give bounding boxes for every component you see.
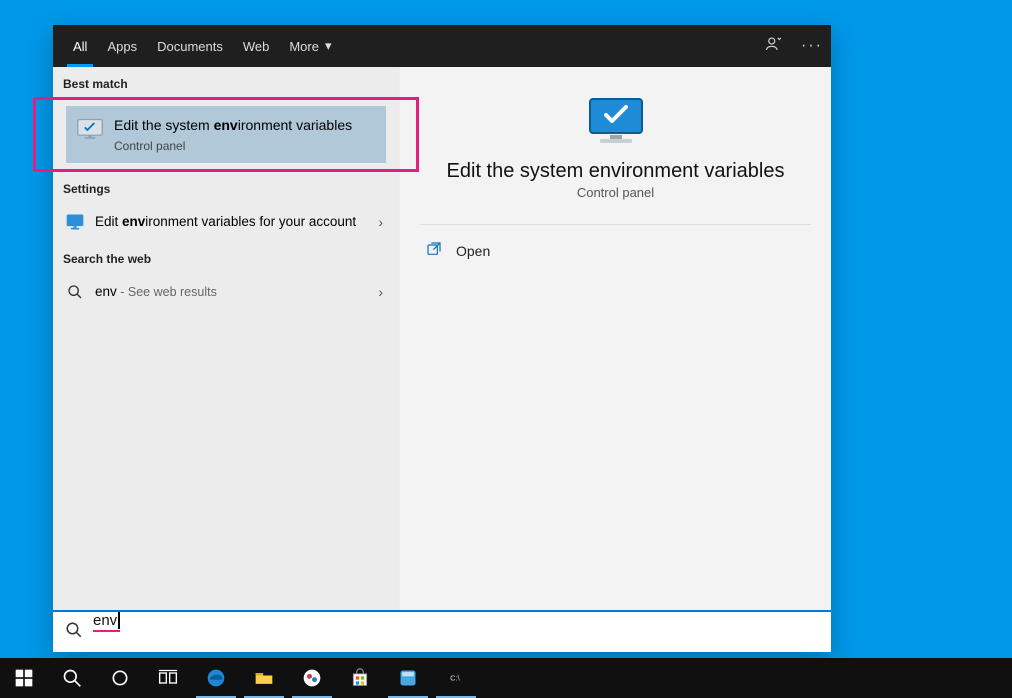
chevron-down-icon: ▾ bbox=[325, 38, 332, 54]
taskbar-search-button[interactable] bbox=[48, 658, 96, 698]
preview-header: Edit the system environment variables Co… bbox=[400, 67, 831, 218]
tab-more-label: More bbox=[289, 39, 319, 54]
results-pane: Best match Edit the system environment v… bbox=[53, 67, 399, 610]
search-input-value: env bbox=[93, 612, 120, 632]
section-search-web: Search the web bbox=[53, 242, 399, 272]
bm-title-pre: Edit the system bbox=[114, 117, 214, 133]
taskbar-app-terminal[interactable]: C:\ bbox=[432, 658, 480, 698]
preview-action-open[interactable]: Open bbox=[400, 231, 831, 270]
control-panel-monitor-icon bbox=[76, 116, 104, 144]
tab-apps[interactable]: Apps bbox=[97, 25, 147, 67]
preview-large-icon bbox=[584, 95, 648, 152]
open-icon bbox=[426, 241, 442, 260]
more-options-icon[interactable]: ··· bbox=[801, 37, 823, 55]
wr-suffix: - See web results bbox=[117, 285, 217, 299]
tab-web[interactable]: Web bbox=[233, 25, 280, 67]
si-post: ironment variables for your account bbox=[145, 214, 356, 229]
best-match-result[interactable]: Edit the system environment variables Co… bbox=[66, 106, 386, 163]
bm-title-post: ironment variables bbox=[238, 117, 352, 133]
si-bold: env bbox=[122, 214, 145, 229]
taskbar-app-snip[interactable] bbox=[288, 658, 336, 698]
task-view-button[interactable] bbox=[144, 658, 192, 698]
web-result-env[interactable]: env - See web results › bbox=[53, 272, 399, 312]
best-match-subtitle: Control panel bbox=[114, 139, 352, 153]
feedback-icon[interactable] bbox=[765, 35, 783, 58]
settings-monitor-icon bbox=[65, 212, 85, 232]
search-tabs-bar: All Apps Documents Web More ▾ ··· bbox=[53, 25, 831, 67]
best-match-text: Edit the system environment variables Co… bbox=[114, 116, 352, 153]
section-settings: Settings bbox=[53, 172, 399, 202]
taskbar-app-generic[interactable] bbox=[384, 658, 432, 698]
start-button[interactable] bbox=[0, 658, 48, 698]
tabs-right-actions: ··· bbox=[765, 25, 823, 67]
preview-separator bbox=[420, 224, 811, 225]
search-icon bbox=[65, 621, 83, 644]
web-result-label: env - See web results bbox=[95, 283, 368, 301]
chevron-right-icon: › bbox=[378, 214, 383, 230]
preview-subtitle: Control panel bbox=[577, 185, 654, 200]
tab-documents[interactable]: Documents bbox=[147, 25, 233, 67]
cortana-button[interactable] bbox=[96, 658, 144, 698]
chevron-right-icon: › bbox=[378, 284, 383, 300]
bm-title-bold: env bbox=[214, 117, 238, 133]
tab-all[interactable]: All bbox=[63, 25, 97, 67]
wr-prefix: env bbox=[95, 284, 117, 299]
search-box[interactable]: env bbox=[53, 610, 831, 652]
preview-pane: Edit the system environment variables Co… bbox=[399, 67, 831, 610]
best-match-title: Edit the system environment variables bbox=[114, 116, 352, 135]
start-search-window: All Apps Documents Web More ▾ ··· Best m… bbox=[53, 25, 831, 652]
taskbar: C:\ bbox=[0, 658, 1012, 698]
svg-text:C:\: C:\ bbox=[450, 674, 461, 683]
settings-result-env-vars-user[interactable]: Edit environment variables for your acco… bbox=[53, 202, 399, 242]
taskbar-app-edge[interactable] bbox=[192, 658, 240, 698]
search-icon bbox=[65, 282, 85, 302]
tutorial-highlight-box: Edit the system environment variables Co… bbox=[33, 97, 419, 172]
taskbar-app-file-explorer[interactable] bbox=[240, 658, 288, 698]
preview-title: Edit the system environment variables bbox=[447, 160, 785, 183]
search-input[interactable]: env bbox=[93, 612, 819, 652]
tab-more[interactable]: More ▾ bbox=[279, 25, 341, 67]
si-pre: Edit bbox=[95, 214, 122, 229]
preview-action-open-label: Open bbox=[456, 243, 490, 259]
taskbar-app-store[interactable] bbox=[336, 658, 384, 698]
settings-result-label: Edit environment variables for your acco… bbox=[95, 213, 368, 231]
search-content: Best match Edit the system environment v… bbox=[53, 67, 831, 610]
section-best-match: Best match bbox=[53, 67, 399, 97]
